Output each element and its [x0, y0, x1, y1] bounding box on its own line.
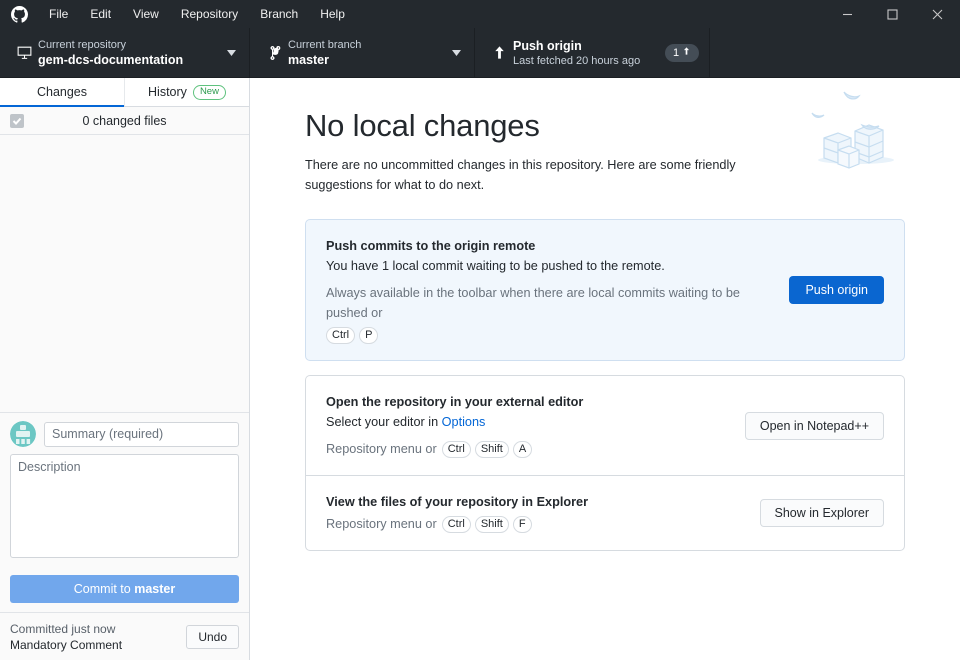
card-push-title: Push commits to the origin remote	[326, 239, 536, 253]
tab-changes-label: Changes	[36, 85, 88, 99]
main-toolbar: Current repository gem-dcs-documentation…	[0, 28, 960, 78]
card-explorer-body: View the files of your repository in Exp…	[326, 492, 740, 534]
commit-summary-input[interactable]	[44, 421, 239, 447]
current-branch-text: Current branch master	[288, 38, 448, 68]
card-editor-hint: Repository menu or Ctrl Shift A	[326, 439, 725, 459]
commit-form: Commit to master	[0, 413, 249, 612]
main-content: No local changes There are no uncommitte…	[250, 78, 960, 660]
card-push-action: Push origin	[789, 276, 884, 304]
commit-button-prefix: Commit to	[73, 582, 135, 596]
current-branch-value: master	[288, 52, 329, 67]
current-repository-button[interactable]: Current repository gem-dcs-documentation	[0, 28, 250, 77]
card-explorer-title: View the files of your repository in Exp…	[326, 495, 589, 509]
changed-files-row[interactable]: 0 changed files	[0, 107, 249, 135]
tab-history[interactable]: History New	[125, 78, 249, 106]
new-badge: New	[192, 84, 226, 100]
current-repository-value: gem-dcs-documentation	[38, 52, 184, 67]
card-push-description: You have 1 local commit waiting to be pu…	[326, 259, 665, 273]
open-in-editor-button[interactable]: Open in Notepad++	[744, 411, 884, 440]
card-editor-hint-text: Repository menu or	[326, 442, 437, 456]
push-origin-status: Last fetched 20 hours ago	[513, 54, 641, 67]
card-editor-action: Open in Notepad++	[744, 411, 884, 440]
window-controls	[825, 0, 960, 28]
card-explorer-hint: Repository menu or Ctrl Shift F	[326, 514, 740, 534]
kbd-p: P	[359, 327, 379, 344]
app-body: Changes History New 0 changed files Summ…	[0, 78, 960, 660]
chevron-down-icon	[223, 49, 239, 56]
desktop-monitor-icon	[10, 44, 38, 61]
arrow-up-icon	[682, 46, 691, 59]
github-logo-icon	[0, 5, 38, 23]
changed-files-label: 0 changed files	[82, 113, 167, 128]
file-list	[0, 135, 249, 413]
kbd-ctrl: Ctrl	[441, 440, 471, 458]
push-origin-action-button[interactable]: Push origin	[789, 276, 884, 304]
select-all-checkbox[interactable]	[10, 113, 24, 128]
minimize-icon[interactable]	[825, 0, 870, 28]
menu-item-edit[interactable]: Edit	[79, 2, 122, 26]
ahead-count-badge: 1	[665, 43, 699, 62]
sidebar: Changes History New 0 changed files Summ…	[0, 78, 250, 660]
checkmark-icon	[12, 117, 22, 125]
card-editor-body: Open the repository in your external edi…	[326, 392, 725, 459]
current-branch-label: Current branch	[288, 38, 362, 51]
github-desktop-window: File Edit View Repository Branch Help Cu…	[0, 0, 960, 660]
commit-description-input[interactable]	[10, 454, 239, 558]
card-push-commits: Push commits to the origin remote You ha…	[305, 219, 905, 361]
undo-commit-button[interactable]: Undo	[186, 624, 239, 649]
arrow-up-icon	[485, 45, 513, 60]
suggestion-cards: Push commits to the origin remote You ha…	[305, 219, 905, 551]
card-push-body: Push commits to the origin remote You ha…	[326, 236, 769, 344]
card-editor-description-prefix: Select your editor in	[326, 415, 442, 429]
card-push-hint: Always available in the toolbar when the…	[326, 283, 769, 344]
maximize-icon[interactable]	[870, 0, 915, 28]
menu-item-branch[interactable]: Branch	[249, 2, 309, 26]
kbd-shift: Shift	[474, 515, 509, 533]
git-branch-icon	[260, 45, 288, 61]
kbd-shift: Shift	[474, 440, 509, 458]
summary-row	[10, 421, 239, 447]
card-editor-description: Select your editor in Options	[326, 412, 725, 432]
menu-item-repository[interactable]: Repository	[170, 2, 249, 26]
card-explorer-action: Show in Explorer	[759, 499, 884, 527]
push-origin-button[interactable]: Push origin Last fetched 20 hours ago 1	[475, 28, 710, 77]
card-explorer-hint-text: Repository menu or	[326, 517, 437, 531]
card-open-editor: Open the repository in your external edi…	[305, 375, 905, 475]
card-show-explorer: View the files of your repository in Exp…	[305, 475, 905, 551]
last-commit-footer: Committed just now Mandatory Comment Und…	[0, 612, 249, 660]
page-subtitle: There are no uncommitted changes in this…	[305, 158, 736, 192]
push-origin-text: Push origin Last fetched 20 hours ago	[513, 38, 665, 68]
current-repository-text: Current repository gem-dcs-documentation	[38, 38, 223, 68]
last-commit-message: Mandatory Comment	[10, 637, 123, 652]
close-icon[interactable]	[915, 0, 960, 28]
ahead-count: 1	[672, 46, 680, 59]
menu-item-view[interactable]: View	[122, 2, 170, 26]
kbd-f: F	[512, 515, 532, 533]
last-commit-text: Committed just now Mandatory Comment	[10, 621, 178, 653]
kbd-a: A	[512, 440, 533, 458]
tab-changes[interactable]: Changes	[0, 78, 125, 107]
toolbar-filler	[710, 28, 960, 77]
kbd-ctrl: Ctrl	[326, 327, 356, 344]
commit-to-branch-button[interactable]: Commit to master	[10, 575, 239, 603]
last-commit-status: Committed just now	[10, 621, 116, 636]
hero-section: No local changes There are no uncommitte…	[305, 78, 905, 195]
current-repository-label: Current repository	[38, 38, 127, 51]
tab-history-label: History	[148, 85, 187, 99]
chevron-down-icon	[448, 49, 464, 56]
menu-bar: File Edit View Repository Branch Help	[0, 0, 960, 28]
card-push-hint-text: Always available in the toolbar when the…	[326, 286, 740, 320]
kbd-ctrl: Ctrl	[441, 515, 471, 533]
menu-item-help[interactable]: Help	[309, 2, 356, 26]
options-link[interactable]: Options	[442, 415, 486, 429]
card-editor-title: Open the repository in your external edi…	[326, 395, 584, 409]
boxes-and-birds-illustration	[800, 80, 910, 170]
sidebar-tabs: Changes History New	[0, 78, 249, 107]
commit-button-branch: master	[134, 582, 176, 596]
menu-item-file[interactable]: File	[38, 2, 79, 26]
show-in-explorer-button[interactable]: Show in Explorer	[759, 499, 884, 527]
user-identicon-avatar	[10, 421, 36, 447]
push-origin-label: Push origin	[513, 38, 582, 53]
current-branch-button[interactable]: Current branch master	[250, 28, 475, 77]
